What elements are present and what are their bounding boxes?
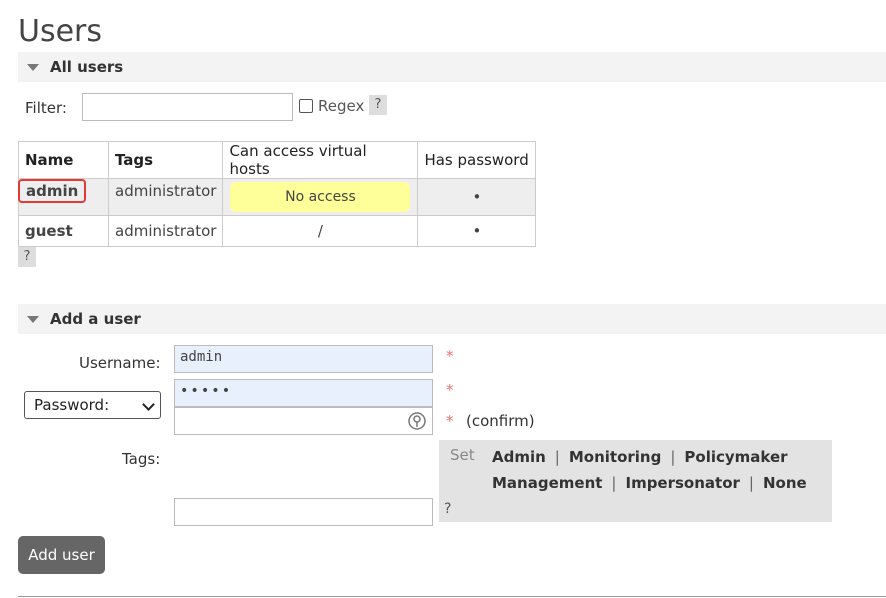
users-table: Name Tags Can access virtual hosts Has p… [18,141,537,247]
table-row: admin administrator No access • [18,178,537,216]
tag-separator: | [670,448,676,466]
vhosts-cell: / [222,215,419,247]
column-header-vhosts[interactable]: Can access virtual hosts [222,141,419,179]
required-marker: * [446,347,454,365]
filter-label: Filter: [25,99,67,117]
tag-separator: | [554,448,560,466]
password-type-value: Password: [34,396,110,414]
username-label: Username: [79,354,161,372]
user-tags-cell: administrator [107,178,224,216]
column-header-has-password[interactable]: Has password [417,141,537,179]
filter-help-button[interactable]: ? [369,95,387,115]
table-help-button[interactable]: ? [18,247,36,267]
column-header-tags[interactable]: Tags [107,141,224,179]
divider [18,596,886,597]
chevron-down-icon [142,398,155,411]
tag-option-impersonator[interactable]: Impersonator [625,474,739,492]
password-confirm-input[interactable] [174,407,433,435]
username-input[interactable]: admin [174,345,433,373]
tag-option-policymaker[interactable]: Policymaker [684,448,787,466]
tag-option-monitoring[interactable]: Monitoring [569,448,661,466]
table-header-row: Name Tags Can access virtual hosts Has p… [18,141,537,179]
page-title: Users [18,14,103,49]
tag-option-admin[interactable]: Admin [492,448,546,466]
tag-separator: | [611,474,617,492]
has-password-cell: • [417,178,537,216]
user-link-admin[interactable]: admin [18,179,87,203]
collapse-triangle-icon [27,63,39,71]
regex-label: Regex [318,97,365,115]
tag-option-management[interactable]: Management [492,474,602,492]
set-label: Set [450,446,475,464]
user-link-guest[interactable]: guest [18,215,109,247]
required-marker: * [446,412,454,430]
collapse-triangle-icon [27,315,39,323]
table-row: guest administrator / • [18,215,537,247]
password-type-select[interactable]: Password: [24,391,161,419]
tags-help-button[interactable]: ? [444,501,451,517]
required-marker: * [446,381,454,399]
column-header-name[interactable]: Name [18,141,109,179]
confirm-label: (confirm) [466,412,535,430]
has-password-cell: • [417,215,537,247]
tag-separator: | [748,474,754,492]
tag-option-none[interactable]: None [763,474,807,492]
add-user-title: Add a user [50,310,141,328]
tag-presets-panel: Set Admin | Monitoring | Policymaker Managem… [439,440,832,522]
no-access-badge: No access [230,182,411,212]
tags-label: Tags: [122,450,161,468]
all-users-title: All users [50,58,124,76]
tags-input[interactable] [174,498,433,526]
add-user-section-header[interactable]: Add a user [18,304,886,334]
user-tags-cell: administrator [107,215,224,247]
password-manager-icon[interactable] [408,411,426,435]
filter-input[interactable] [82,93,293,121]
password-input[interactable]: ••••• [174,379,433,407]
all-users-section-header[interactable]: All users [18,52,886,82]
regex-checkbox[interactable] [299,99,313,113]
add-user-button[interactable]: Add user [18,536,105,574]
